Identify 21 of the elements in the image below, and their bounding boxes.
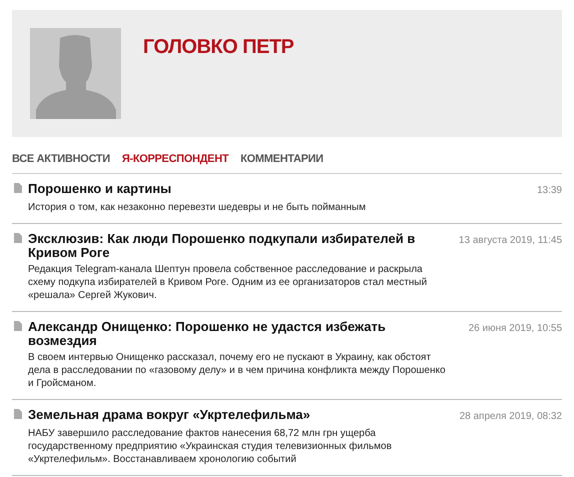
document-icon [14, 183, 22, 193]
article-title[interactable]: Порошенко и картины [28, 182, 172, 196]
profile-tab[interactable]: Я-КОРРЕСПОНДЕНТ [122, 150, 229, 168]
document-icon [14, 233, 22, 243]
profile-name: ГОЛОВКО ПЕТР [143, 35, 294, 60]
article-title[interactable]: Эксклюзив: Как люди Порошенко подкупали избирателей в Кривом Роге [28, 232, 448, 260]
article-date: 13:39 [536, 184, 562, 198]
article-summary: В своем интервью Онищенко рассказал, почему его не пускают в Украину, как обстоят дела в расследовании по «газовому делу» и в чем причина конфликта между Порошенко и Гройсманом. [28, 351, 446, 390]
article-date: 26 июня 2019, 10:55 [468, 322, 562, 336]
profile-tab[interactable]: ВСЕ АКТИВНОСТИ [12, 150, 110, 168]
profile-tab[interactable]: КОММЕНТАРИИ [240, 150, 324, 168]
article-summary: НАБУ завершило расследование фактов нанесения 68,72 млн грн ущерба государственному предприятию «Украинская студия телевизионных фильмов «Укртелефильм». Восстанавливаем хронологию событий [28, 427, 393, 466]
avatar-silhouette-icon [30, 28, 121, 119]
document-icon [14, 321, 22, 331]
article-title[interactable]: Александр Онищенко: Порошенко не удастся избежать возмездия [28, 320, 448, 348]
article-summary: История о том, как незаконно перевезти шедевры и не быть пойманным [28, 201, 367, 214]
article-date: 13 августа 2019, 11:45 [458, 234, 562, 248]
article-summary: Редакция Telegram-канала Шептун провела собственное расследование и раскрыла схему подкупа избирателей в Кривом Роге. Одним из ее организаторов стал местный «решала» Сергей Жукович. [28, 263, 428, 302]
article-title[interactable]: Земельная драма вокруг «Укртелефильма» [28, 408, 310, 422]
article-date: 28 апреля 2019, 08:32 [459, 410, 562, 424]
document-icon [14, 409, 22, 419]
